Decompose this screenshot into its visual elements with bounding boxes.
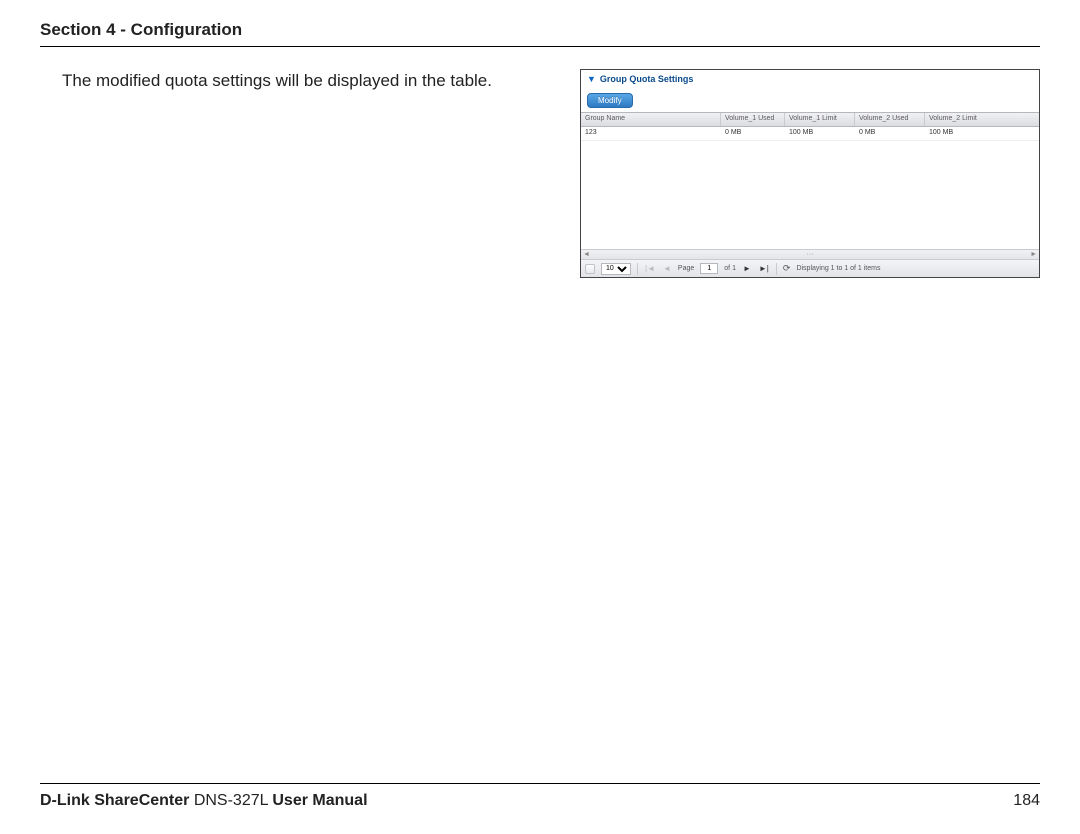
next-page-icon[interactable]: ► <box>742 265 752 273</box>
modify-button[interactable]: Modify <box>587 93 633 108</box>
page-of-label: of 1 <box>724 265 736 272</box>
body-text: The modified quota settings will be disp… <box>62 69 560 93</box>
pager: 10 |◄ ◄ Page of 1 ► ►| ⟳ Displaying 1 to… <box>581 259 1039 277</box>
col-vol1-limit[interactable]: Volume_1 Limit <box>785 113 855 126</box>
display-range-label: Displaying 1 to 1 of 1 items <box>796 265 880 272</box>
prev-page-icon[interactable]: ◄ <box>662 265 672 273</box>
cell-vol1-used: 0 MB <box>721 127 785 140</box>
col-vol2-used[interactable]: Volume_2 Used <box>855 113 925 126</box>
panel-title-row: ▼ Group Quota Settings <box>581 70 1039 87</box>
footer-brand-bold: D-Link ShareCenter <box>40 792 189 809</box>
page-label: Page <box>678 265 694 272</box>
last-page-icon[interactable]: ►| <box>758 265 770 273</box>
cell-vol1-limit: 100 MB <box>785 127 855 140</box>
page-input[interactable] <box>700 263 718 274</box>
page-size-select[interactable]: 10 <box>601 263 631 275</box>
quota-grid: Group Name Volume_1 Used Volume_1 Limit … <box>581 112 1039 277</box>
cell-vol2-used: 0 MB <box>855 127 925 140</box>
col-group-name[interactable]: Group Name <box>581 113 721 126</box>
separator <box>637 263 638 275</box>
page-number: 184 <box>1013 792 1040 810</box>
footer-manual-label: User Manual <box>272 792 367 809</box>
disclosure-icon[interactable]: ▼ <box>587 75 596 84</box>
grid-body: 123 0 MB 100 MB 0 MB 100 MB <box>581 127 1039 249</box>
content-row: The modified quota settings will be disp… <box>40 69 1040 278</box>
scroll-right-icon[interactable]: ► <box>1030 251 1037 258</box>
footer-brand: D-Link ShareCenter DNS-327L User Manual <box>40 792 368 810</box>
horizontal-scrollbar[interactable]: ◄ ··· ► <box>581 249 1039 259</box>
table-row[interactable]: 123 0 MB 100 MB 0 MB 100 MB <box>581 127 1039 141</box>
quota-panel: ▼ Group Quota Settings Modify Group Name… <box>580 69 1040 278</box>
panel-title: Group Quota Settings <box>600 74 694 84</box>
cell-group-name: 123 <box>581 127 721 140</box>
col-vol2-limit[interactable]: Volume_2 Limit <box>925 113 1039 126</box>
cell-vol2-limit: 100 MB <box>925 127 1039 140</box>
footer-model: DNS-327L <box>189 792 272 809</box>
grid-header: Group Name Volume_1 Used Volume_1 Limit … <box>581 113 1039 127</box>
col-vol1-used[interactable]: Volume_1 Used <box>721 113 785 126</box>
section-title: Section 4 - Configuration <box>40 20 1040 40</box>
settings-icon[interactable] <box>585 264 595 274</box>
toolbar: Modify <box>581 87 1039 112</box>
refresh-icon[interactable]: ⟳ <box>783 264 791 273</box>
scroll-left-icon[interactable]: ◄ <box>583 251 590 258</box>
separator <box>776 263 777 275</box>
page-footer: D-Link ShareCenter DNS-327L User Manual … <box>40 783 1040 810</box>
page-header: Section 4 - Configuration <box>40 20 1040 47</box>
first-page-icon[interactable]: |◄ <box>644 265 656 273</box>
scroll-track: ··· <box>807 251 814 258</box>
